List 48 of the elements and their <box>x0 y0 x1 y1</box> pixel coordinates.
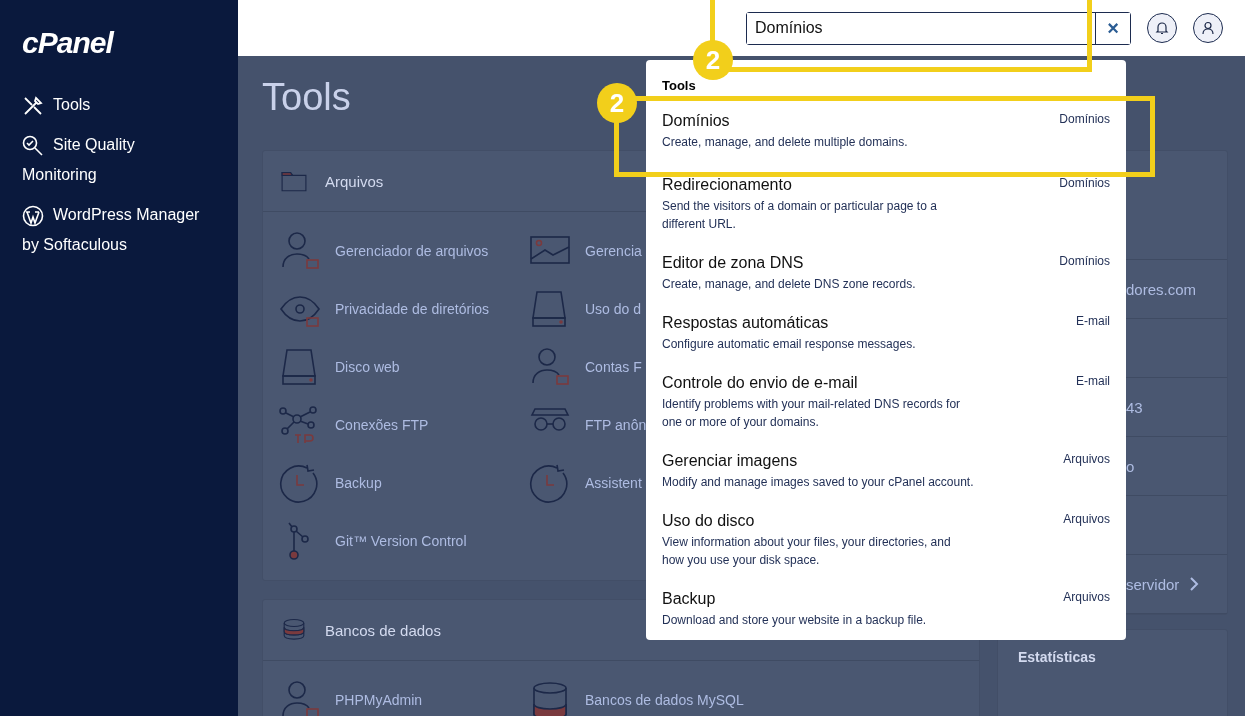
page-title: Tools <box>262 76 351 119</box>
info-text: o <box>1126 457 1135 475</box>
tool-link[interactable]: Contas F <box>585 359 642 375</box>
section-title[interactable]: Arquivos <box>325 172 384 190</box>
search-result[interactable]: Domínios Create, manage, and delete multiple domains. Domínios <box>662 111 1110 151</box>
search-result[interactable]: Editor de zona DNS Create, manage, and delete DNS zone records. Domínios <box>662 253 1110 293</box>
info-text: dores.com <box>1126 280 1197 298</box>
tool-link[interactable]: Backup <box>335 475 382 491</box>
sidebar-item[interactable]: Tools <box>22 90 207 120</box>
results-heading: Tools <box>662 78 696 93</box>
bell-icon <box>1155 21 1169 35</box>
info-text: servidor <box>1126 575 1180 593</box>
search-result[interactable]: Backup Download and store your website in a backup file. Arquivos <box>662 589 1110 629</box>
search-result[interactable]: Controle do envio de e-mail Identify problems with your mail-related DNS records for one or more of your domains. E-mail <box>662 373 1110 431</box>
user-folder-icon <box>279 680 321 716</box>
sidebar-item[interactable]: WordPress Manager by Softaculous <box>22 200 207 260</box>
section-title[interactable]: Bancos de dados <box>325 621 441 639</box>
stats-title: Estatísticas <box>1018 649 1096 665</box>
tool-link[interactable]: FTP anôn <box>585 417 647 433</box>
tools-icon <box>22 94 44 117</box>
search-result[interactable]: Uso do disco View information about your files, your directories, and how you use your disk space. Arquivos <box>662 511 1110 569</box>
user-folder-icon <box>279 231 321 271</box>
magnifier-check-icon <box>22 134 44 157</box>
chevron-right-icon <box>1189 577 1200 591</box>
tool-link[interactable]: Privacidade de diretórios <box>335 301 490 317</box>
clock-icon <box>529 463 571 503</box>
tool-link[interactable]: Gerenciador de arquivos <box>335 243 489 259</box>
user-menu-button[interactable] <box>1193 13 1223 43</box>
tool-link[interactable]: Uso do d <box>585 301 642 317</box>
info-text: 43 <box>1126 398 1143 416</box>
user-folder-icon <box>529 347 571 387</box>
tool-link[interactable]: Bancos de dados MySQL <box>585 692 744 708</box>
search-result[interactable]: Respostas automáticas Configure automatic email response messages. E-mail <box>662 313 1110 353</box>
tool-link[interactable]: Assistent <box>585 475 642 491</box>
search-field[interactable]: Domínios × <box>746 11 1131 45</box>
search-result[interactable]: Redirecionamento Send the visitors of a domain or particular page to a different URL. Domínios <box>662 175 1110 233</box>
tool-link[interactable]: PHPMyAdmin <box>335 692 423 708</box>
wordpress-icon <box>22 204 44 227</box>
cpanel-logo[interactable]: cPanel <box>22 26 113 60</box>
clock-icon <box>279 463 321 503</box>
tool-link[interactable]: Git™ Version Control <box>335 533 467 549</box>
tool-link[interactable]: Conexões FTP <box>335 417 429 433</box>
search-result[interactable]: Gerenciar imagens Modify and manage images saved to your cPanel account. Arquivos <box>662 451 1110 491</box>
notifications-button[interactable] <box>1147 13 1177 43</box>
tool-link[interactable]: Gerencia <box>585 243 642 259</box>
sidebar-item[interactable]: Site Quality Monitoring <box>22 130 207 190</box>
tool-link[interactable]: Disco web <box>335 359 400 375</box>
user-icon <box>1201 21 1215 35</box>
